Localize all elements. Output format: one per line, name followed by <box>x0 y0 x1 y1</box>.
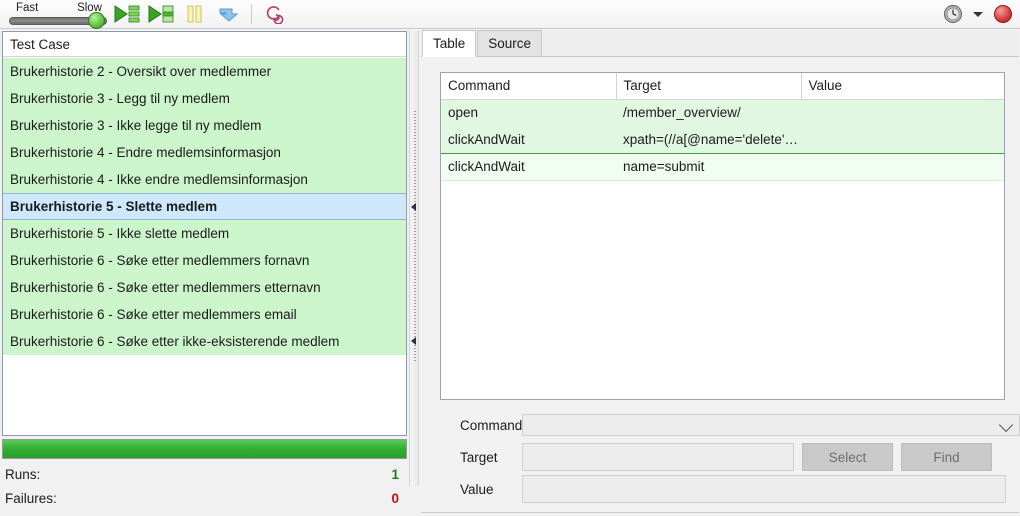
step-button[interactable] <box>212 1 246 28</box>
record-button[interactable] <box>986 1 1020 28</box>
command-field-label: Command <box>460 417 523 433</box>
list-item[interactable]: Brukerhistorie 3 - Legg til ny medlem <box>3 85 406 112</box>
splitter-collapse-left-icon[interactable] <box>411 203 416 211</box>
table-row-current[interactable]: clickAndWait name=submit <box>441 152 1004 181</box>
select-button[interactable]: Select <box>802 443 893 471</box>
test-suite-pane: Test Case Brukerhistorie 2 - Oversikt ov… <box>2 31 407 514</box>
suite-statistics: Runs: 1 Failures: 0 <box>2 463 407 511</box>
column-header-command[interactable]: Command <box>441 73 617 100</box>
cell-command: open <box>441 99 616 126</box>
run-all-tests-button[interactable] <box>110 1 144 28</box>
target-input[interactable] <box>522 443 794 471</box>
command-input[interactable] <box>522 414 1020 436</box>
splitter-grip[interactable] <box>414 111 416 361</box>
target-field-label: Target <box>460 449 498 465</box>
rollup-button[interactable] <box>257 1 291 28</box>
list-item[interactable]: Brukerhistorie 2 - Oversikt over medlemm… <box>3 58 406 85</box>
selenium-ide-window: Fast Slow Test Case Brukerhistorie 2 - O… <box>0 0 1020 516</box>
list-item[interactable]: Brukerhistorie 4 - Endre medlemsinformas… <box>3 139 406 166</box>
table-row[interactable]: open /member_overview/ <box>441 99 1004 126</box>
execution-speed-slider[interactable]: Fast Slow <box>6 1 110 29</box>
command-form-row: Command <box>440 409 1020 441</box>
speed-slider-knob[interactable] <box>88 11 105 29</box>
list-item[interactable]: Brukerhistorie 3 - Ikke legge til ny med… <box>3 112 406 139</box>
main-toolbar: Fast Slow <box>0 0 1020 29</box>
cell-value <box>801 99 1004 126</box>
value-form-row: Value <box>440 473 1020 505</box>
command-table: Command Target Value open /member_overvi… <box>441 73 1004 181</box>
suite-progress-fill <box>3 440 406 458</box>
record-dot-icon <box>994 5 1012 23</box>
list-item[interactable]: Brukerhistorie 6 - Søke etter medlemmers… <box>3 247 406 274</box>
tab-source[interactable]: Source <box>477 30 543 56</box>
list-item[interactable]: Brukerhistorie 6 - Søke etter medlemmers… <box>3 274 406 301</box>
splitter-collapse-right-icon[interactable] <box>411 337 416 345</box>
cell-target: xpath=(//a[@name='delete'… <box>616 126 801 153</box>
test-suite-column-header: Test Case <box>3 32 406 57</box>
editor-tabstrip: Table Source <box>421 30 1019 57</box>
value-field-label: Value <box>460 481 494 497</box>
list-item[interactable]: Brukerhistorie 6 - Søke etter ikke-eksis… <box>3 328 406 355</box>
command-editor-form: Command Target Select Find Value <box>440 409 1020 505</box>
clock-dropdown-button[interactable] <box>970 1 986 28</box>
test-case-editor-pane: Table Source Command Target Value open /… <box>421 30 1020 515</box>
toolbar-separator <box>251 4 252 24</box>
runs-stat-row: Runs: 1 <box>2 463 407 487</box>
failures-value: 0 <box>391 491 399 506</box>
clock-icon <box>943 4 963 24</box>
runs-label: Runs: <box>5 467 41 482</box>
command-table-container[interactable]: Command Target Value open /member_overvi… <box>440 72 1005 400</box>
list-item[interactable]: Brukerhistorie 4 - Ikke endre medlemsinf… <box>3 166 406 193</box>
column-header-value[interactable]: Value <box>801 73 1004 100</box>
failures-stat-row: Failures: 0 <box>2 487 407 511</box>
cell-target: /member_overview/ <box>616 99 801 126</box>
list-item[interactable]: Brukerhistorie 6 - Søke etter medlemmers… <box>3 301 406 328</box>
cell-command: clickAndWait <box>441 126 616 153</box>
editor-pane-footer <box>421 512 1019 515</box>
value-input[interactable] <box>522 475 1006 503</box>
list-item[interactable]: Brukerhistorie 5 - Ikke slette medlem <box>3 220 406 247</box>
pause-resume-button[interactable] <box>178 1 212 28</box>
test-case-list[interactable]: Brukerhistorie 2 - Oversikt over medlemm… <box>3 58 406 435</box>
command-table-header-row: Command Target Value <box>441 73 1004 100</box>
runs-value: 1 <box>391 467 399 482</box>
suite-progress-bar <box>2 439 407 459</box>
test-suite-list-box: Test Case Brukerhistorie 2 - Oversikt ov… <box>2 31 407 436</box>
pause-icon <box>187 5 202 23</box>
speed-fast-label: Fast <box>16 1 39 14</box>
list-item-selected[interactable]: Brukerhistorie 5 - Slette medlem <box>3 193 406 220</box>
cell-value <box>801 126 1004 153</box>
cell-target: name=submit <box>616 152 801 181</box>
play-single-icon <box>148 5 174 23</box>
chevron-down-icon <box>998 417 1014 433</box>
tab-table[interactable]: Table <box>422 30 477 57</box>
table-row[interactable]: clickAndWait xpath=(//a[@name='delete'… <box>441 126 1004 153</box>
run-current-test-button[interactable] <box>144 1 178 28</box>
schedule-clock-button[interactable] <box>936 1 970 28</box>
chevron-down-icon <box>973 11 983 17</box>
column-header-target[interactable]: Target <box>616 73 802 100</box>
step-arrow-icon <box>219 8 239 22</box>
play-all-icon <box>114 5 140 23</box>
target-form-row: Target Select Find <box>440 441 1020 473</box>
failures-label: Failures: <box>5 491 57 506</box>
cell-command: clickAndWait <box>441 152 616 181</box>
spiral-icon <box>266 6 284 24</box>
cell-value <box>801 152 1004 181</box>
pane-splitter[interactable] <box>409 31 419 486</box>
find-button[interactable]: Find <box>901 443 992 471</box>
